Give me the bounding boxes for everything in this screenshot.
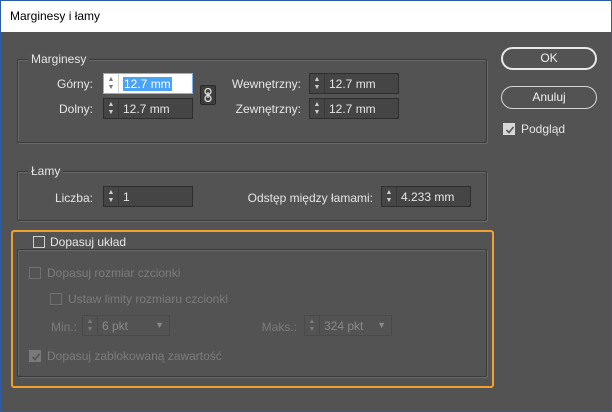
margin-top-field[interactable]: ▲ ▼ 12.7 mm — [103, 73, 193, 94]
margin-outside-spinner[interactable]: ▲ ▼ — [310, 99, 325, 118]
cancel-button[interactable]: Anuluj — [501, 86, 597, 109]
margin-outside-field[interactable]: ▲ ▼ 12.7 mm — [309, 98, 399, 119]
max-value: 324 pkt — [324, 318, 364, 333]
gutter-field[interactable]: ▲ ▼ 4.233 mm — [381, 186, 471, 207]
link-margins-button[interactable] — [200, 85, 216, 105]
gutter-value: 4.233 mm — [401, 189, 455, 204]
min-dropdown-icon[interactable]: ▼ — [155, 320, 164, 330]
margins-legend: Marginesy — [28, 52, 90, 66]
chain-link-icon — [204, 88, 212, 102]
gutter-label: Odstęp między łamami: — [247, 191, 373, 205]
window-title: Marginesy i łamy — [1, 1, 611, 32]
margin-top-value: 12.7 mm — [123, 76, 172, 91]
margins-group — [17, 59, 487, 143]
adjust-layout-label: Dopasuj układ — [50, 235, 130, 249]
dialog-window: Marginesy i łamy Marginesy Górny: ▲ ▼ 12.… — [0, 0, 612, 412]
min-value: 6 pkt — [102, 318, 129, 333]
adjust-font-size-checkbox[interactable] — [29, 267, 41, 279]
adjust-font-size-label: Dopasuj rozmiar czcionki — [47, 266, 181, 280]
min-label: Min.: — [50, 320, 77, 334]
preview-checkbox[interactable] — [503, 123, 515, 135]
margin-inside-label: Wewnętrzny: — [231, 77, 301, 91]
margin-inside-spinner[interactable]: ▲ ▼ — [310, 74, 325, 93]
ok-button[interactable]: OK — [501, 47, 597, 70]
max-spinner[interactable]: ▲ ▼ — [305, 316, 320, 335]
columns-count-spinner[interactable]: ▲ ▼ — [104, 187, 119, 206]
max-dropdown-icon[interactable]: ▼ — [377, 320, 386, 330]
adjust-locked-checkbox[interactable] — [29, 350, 41, 362]
margin-top-label: Górny: — [56, 77, 93, 91]
columns-count-value: 1 — [123, 189, 130, 204]
margin-bottom-spinner[interactable]: ▲ ▼ — [104, 99, 119, 118]
adjust-layout-checkbox[interactable] — [33, 236, 45, 248]
columns-legend: Łamy — [28, 164, 64, 178]
min-field[interactable]: ▲ ▼ 6 pkt ▼ — [82, 315, 170, 336]
gutter-spinner[interactable]: ▲ ▼ — [382, 187, 397, 206]
max-field[interactable]: ▲ ▼ 324 pkt ▼ — [304, 315, 392, 336]
margin-inside-field[interactable]: ▲ ▼ 12.7 mm — [309, 73, 399, 94]
font-limits-label: Ustaw limity rozmiaru czcionki — [68, 292, 229, 306]
margin-bottom-field[interactable]: ▲ ▼ 12.7 mm — [103, 98, 193, 119]
margin-outside-value: 12.7 mm — [329, 101, 376, 116]
columns-count-label: Liczba: — [54, 191, 93, 205]
checkmark-icon — [31, 353, 41, 361]
margin-bottom-label: Dolny: — [58, 102, 93, 116]
adjust-locked-label: Dopasuj zablokowaną zawartość — [47, 349, 222, 363]
font-limits-checkbox[interactable] — [50, 293, 62, 305]
margin-inside-value: 12.7 mm — [329, 76, 376, 91]
margin-outside-label: Zewnętrzny: — [235, 102, 301, 116]
columns-count-field[interactable]: ▲ ▼ 1 — [103, 186, 193, 207]
min-spinner[interactable]: ▲ ▼ — [83, 316, 98, 335]
max-label: Maks.: — [261, 320, 297, 334]
preview-label: Podgląd — [521, 122, 566, 136]
checkmark-icon — [505, 126, 515, 134]
margin-top-spinner[interactable]: ▲ ▼ — [104, 74, 119, 93]
margin-bottom-value: 12.7 mm — [123, 101, 170, 116]
